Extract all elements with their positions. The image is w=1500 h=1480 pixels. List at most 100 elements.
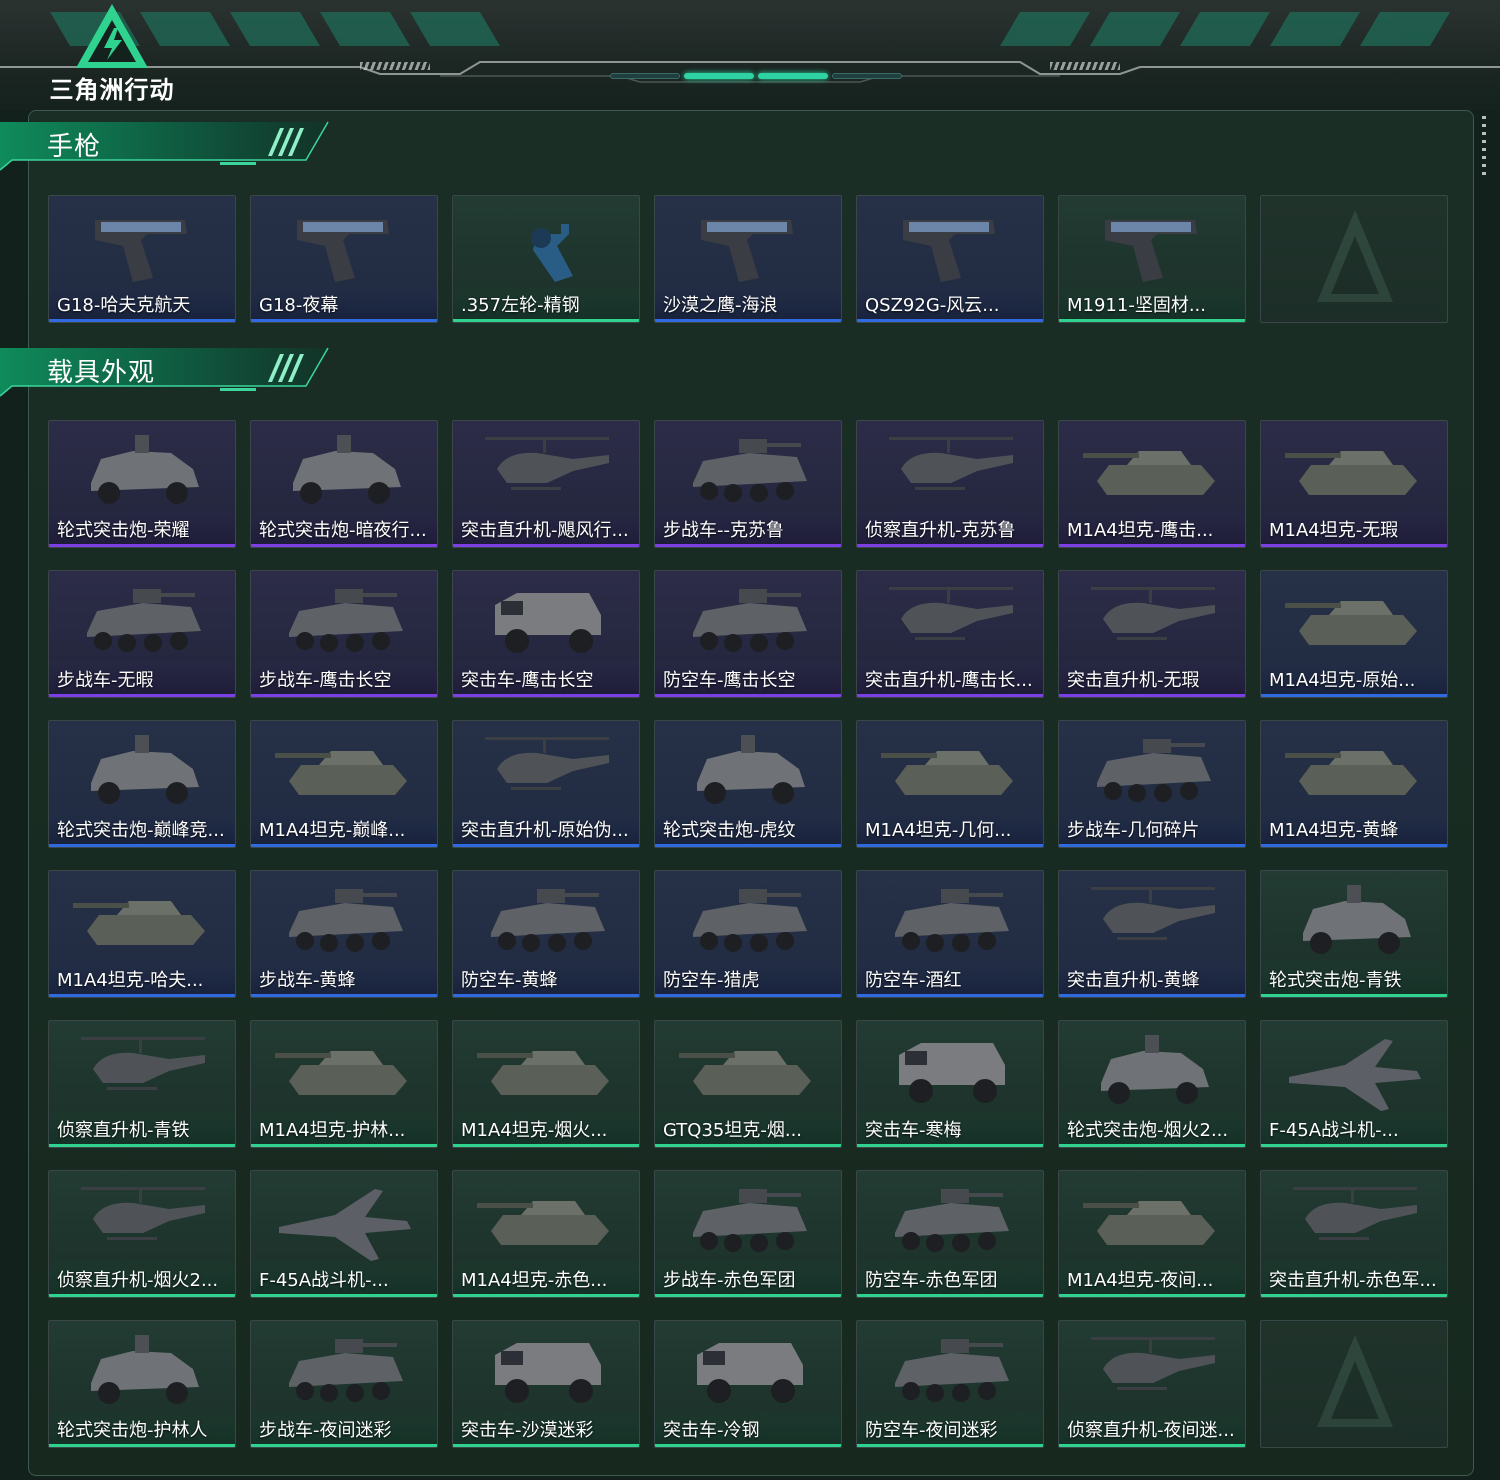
item-card[interactable]: F-45A战斗机-... (1260, 1020, 1448, 1148)
item-card[interactable]: 侦察直升机-夜间迷... (1058, 1320, 1246, 1448)
section-header: 载具外观 (0, 344, 335, 400)
item-card[interactable]: M1A4坦克-夜间... (1058, 1170, 1246, 1298)
top-banner: 三角洲行动 (0, 0, 1500, 110)
rarity-bar (857, 1144, 1043, 1147)
item-card[interactable]: 轮式突击炮-烟火2... (1058, 1020, 1246, 1148)
item-card[interactable]: F-45A战斗机-... (250, 1170, 438, 1298)
item-card[interactable]: M1A4坦克-黄蜂 (1260, 720, 1448, 848)
rarity-bar (655, 1144, 841, 1147)
tank-icon (1285, 451, 1417, 495)
item-card[interactable]: 防空车-酒红 (856, 870, 1044, 998)
empty-slot (1260, 1320, 1448, 1448)
item-card[interactable]: G18-哈夫克航天 (48, 195, 236, 323)
item-card[interactable]: 步战车-几何碎片 (1058, 720, 1246, 848)
item-card[interactable]: 步战车-夜间迷彩 (250, 1320, 438, 1448)
tank-icon (477, 1201, 609, 1245)
item-card[interactable]: 轮式突击炮-护林人 (48, 1320, 236, 1448)
rarity-bar (1261, 994, 1447, 997)
item-card[interactable]: M1911-坚固材... (1058, 195, 1246, 323)
armored-car-icon (1101, 1035, 1209, 1104)
rarity-bar (453, 319, 639, 322)
item-card[interactable]: 步战车-黄蜂 (250, 870, 438, 998)
item-card[interactable]: 沙漠之鹰-海浪 (654, 195, 842, 323)
rarity-bar (49, 694, 235, 697)
item-card[interactable]: 突击直升机-黄蜂 (1058, 870, 1246, 998)
item-name: 突击车-冷钢 (663, 1420, 760, 1441)
item-card[interactable]: M1A4坦克-鹰击... (1058, 420, 1246, 548)
item-card[interactable]: 突击直升机-无瑕 (1058, 570, 1246, 698)
item-card[interactable]: .357左轮-精钢 (452, 195, 640, 323)
item-name: G18-哈夫克航天 (57, 295, 191, 316)
item-card[interactable]: GTQ35坦克-烟... (654, 1020, 842, 1148)
scrollbar-indicator[interactable] (1482, 116, 1486, 178)
item-card[interactable]: 轮式突击炮-巅峰竞... (48, 720, 236, 848)
rarity-bar (453, 694, 639, 697)
item-name: 突击直升机-黄蜂 (1067, 970, 1200, 991)
item-card[interactable]: 轮式突击炮-荣耀 (48, 420, 236, 548)
rarity-bar (857, 1294, 1043, 1297)
item-name: 防空车-猎虎 (663, 970, 760, 991)
section-title: 载具外观 (47, 358, 156, 388)
helicopter-icon (889, 437, 1013, 490)
rarity-bar (251, 1294, 437, 1297)
item-card[interactable]: M1A4坦克-几何... (856, 720, 1044, 848)
item-card[interactable]: 轮式突击炮-青铁 (1260, 870, 1448, 998)
rarity-bar (857, 994, 1043, 997)
item-card[interactable]: 轮式突击炮-虎纹 (654, 720, 842, 848)
item-card[interactable]: 突击车-寒梅 (856, 1020, 1044, 1148)
item-name: 突击直升机-原始伪... (461, 820, 629, 841)
item-card[interactable]: 侦察直升机-克苏鲁 (856, 420, 1044, 548)
item-card[interactable]: M1A4坦克-赤色... (452, 1170, 640, 1298)
item-card[interactable]: QSZ92G-风云... (856, 195, 1044, 323)
item-card[interactable]: 防空车-黄蜂 (452, 870, 640, 998)
item-name: 防空车-鹰击长空 (663, 670, 796, 691)
item-card[interactable]: 突击直升机-赤色军... (1260, 1170, 1448, 1298)
item-name: 步战车-无暇 (57, 670, 154, 691)
item-card[interactable]: 突击直升机-原始伪... (452, 720, 640, 848)
placeholder-logo-icon (1317, 1335, 1393, 1427)
item-card[interactable]: 防空车-赤色军团 (856, 1170, 1044, 1298)
helicopter-icon (1091, 887, 1215, 940)
item-card[interactable]: 侦察直升机-青铁 (48, 1020, 236, 1148)
item-card[interactable]: M1A4坦克-烟火... (452, 1020, 640, 1148)
truck-icon (899, 1043, 1005, 1103)
revolver-icon (487, 224, 573, 282)
item-card[interactable]: 突击车-沙漠迷彩 (452, 1320, 640, 1448)
item-name: 步战车-黄蜂 (259, 970, 356, 991)
item-card[interactable]: M1A4坦克-哈夫... (48, 870, 236, 998)
item-card[interactable]: 突击直升机-飓风行... (452, 420, 640, 548)
rarity-bar (1059, 844, 1245, 847)
item-card[interactable]: 防空车-猎虎 (654, 870, 842, 998)
item-card[interactable]: M1A4坦克-巅峰... (250, 720, 438, 848)
item-name: 突击直升机-赤色军... (1269, 1270, 1437, 1291)
helicopter-icon (1091, 1337, 1215, 1390)
item-card[interactable]: 防空车-夜间迷彩 (856, 1320, 1044, 1448)
item-card[interactable]: 步战车-赤色军团 (654, 1170, 842, 1298)
item-card[interactable]: M1A4坦克-原始... (1260, 570, 1448, 698)
item-name: M1A4坦克-无瑕 (1269, 520, 1399, 541)
rarity-bar (49, 319, 235, 322)
item-card[interactable]: 侦察直升机-烟火2... (48, 1170, 236, 1298)
helicopter-icon (485, 437, 609, 490)
helicopter-icon (1293, 1187, 1417, 1240)
item-card[interactable]: M1A4坦克-护林... (250, 1020, 438, 1148)
item-card[interactable]: 步战车-鹰击长空 (250, 570, 438, 698)
indicator-pill-active (758, 73, 828, 79)
indicator-pill (832, 73, 902, 79)
armored-car-icon (91, 1335, 199, 1404)
item-card[interactable]: 步战车-无暇 (48, 570, 236, 698)
item-card[interactable]: 突击车-冷钢 (654, 1320, 842, 1448)
item-card[interactable]: 轮式突击炮-暗夜行... (250, 420, 438, 548)
ifv-icon (693, 589, 807, 652)
rarity-bar (1261, 1144, 1447, 1147)
item-card[interactable]: 突击直升机-鹰击长... (856, 570, 1044, 698)
item-name: 步战车-鹰击长空 (259, 670, 392, 691)
rarity-bar (1059, 994, 1245, 997)
item-card[interactable]: 步战车--克苏鲁 (654, 420, 842, 548)
item-card[interactable]: 突击车-鹰击长空 (452, 570, 640, 698)
rarity-bar (49, 1294, 235, 1297)
item-card[interactable]: G18-夜幕 (250, 195, 438, 323)
item-card[interactable]: 防空车-鹰击长空 (654, 570, 842, 698)
armored-car-icon (91, 735, 199, 804)
item-card[interactable]: M1A4坦克-无瑕 (1260, 420, 1448, 548)
